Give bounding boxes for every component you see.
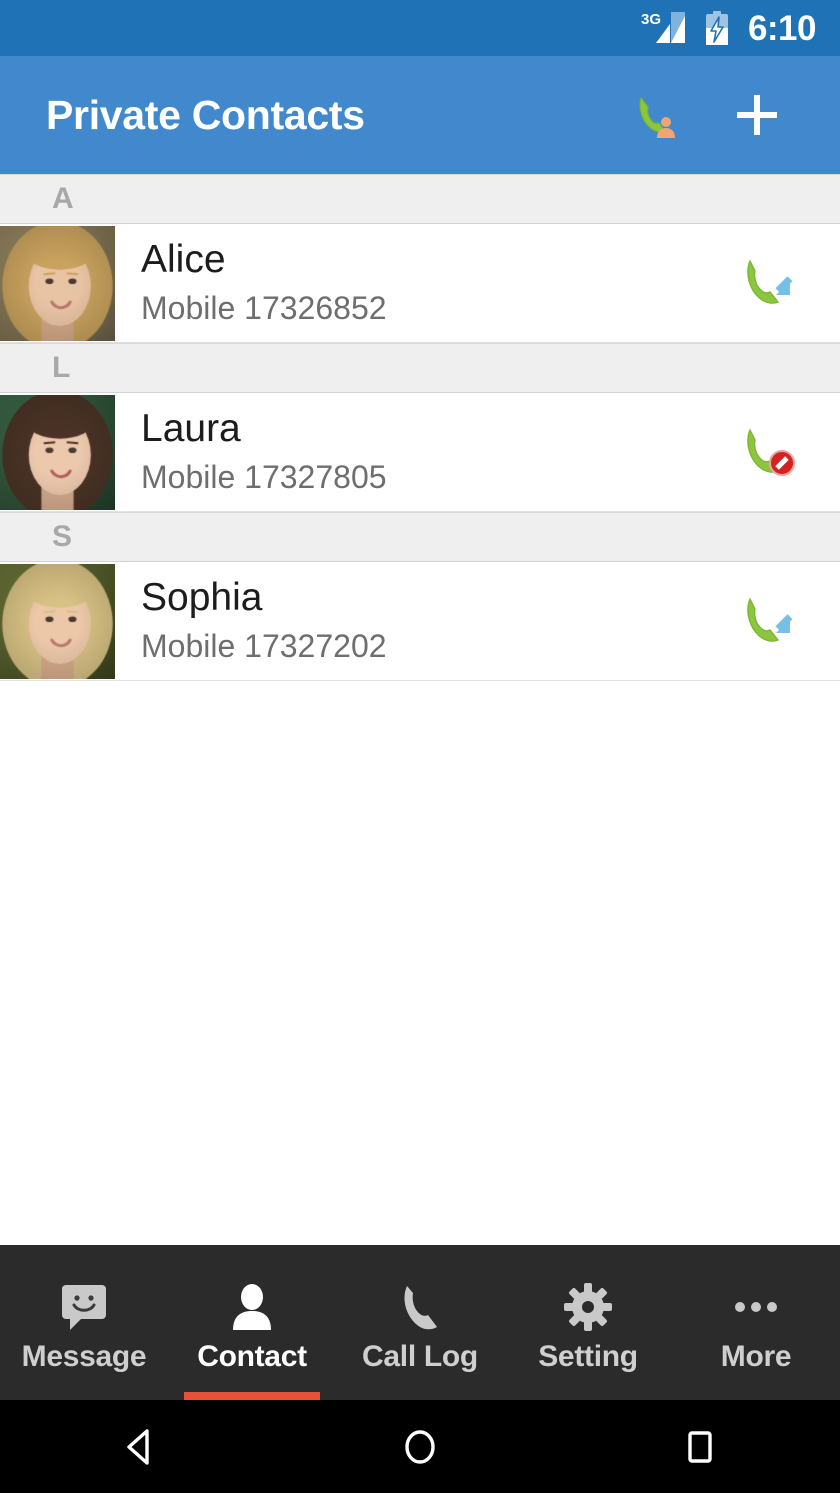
tab-call-log[interactable]: Call Log <box>336 1245 504 1400</box>
tab-label: Call Log <box>362 1339 478 1373</box>
phone-screen: 3G 6:10 Private Contacts A Alice Mobile … <box>0 0 840 1493</box>
tab-label: Contact <box>197 1339 307 1373</box>
svg-text:3G: 3G <box>641 11 661 28</box>
bottom-tab-bar: Message Contact Call Log Setting More <box>0 1245 840 1400</box>
contact-call-action[interactable] <box>720 587 840 655</box>
contact-row[interactable]: Sophia Mobile 17327202 <box>0 562 840 681</box>
contact-row[interactable]: Laura Mobile 17327805 <box>0 393 840 512</box>
avatar <box>0 394 115 510</box>
tab-setting[interactable]: Setting <box>504 1245 672 1400</box>
active-tab-indicator <box>184 1392 320 1400</box>
contact-name: Laura <box>141 407 241 451</box>
tab-label: Setting <box>538 1339 638 1373</box>
contact-name: Alice <box>141 238 226 282</box>
tab-message[interactable]: Message <box>0 1245 168 1400</box>
import-contacts-icon[interactable] <box>628 86 686 144</box>
person-icon <box>226 1280 278 1334</box>
call-incoming-icon[interactable] <box>734 249 802 317</box>
tab-contact[interactable]: Contact <box>168 1245 336 1400</box>
recents-button[interactable] <box>560 1424 840 1470</box>
contact-name: Sophia <box>141 576 263 620</box>
contact-text: Laura Mobile 17327805 <box>115 407 720 497</box>
section-header-s: S <box>0 512 840 562</box>
home-button[interactable] <box>280 1424 560 1470</box>
section-header-l: L <box>0 343 840 393</box>
avatar <box>0 563 115 679</box>
back-button[interactable] <box>0 1424 280 1470</box>
tab-more[interactable]: More <box>672 1245 840 1400</box>
ellipsis-icon <box>730 1280 782 1334</box>
contact-number: Mobile 17326852 <box>141 289 387 326</box>
page-title: Private Contacts <box>46 91 365 138</box>
contact-row[interactable]: Alice Mobile 17326852 <box>0 224 840 343</box>
message-bubble-icon <box>58 1280 110 1334</box>
app-bar-actions <box>628 86 814 144</box>
square-recents-icon <box>677 1424 723 1470</box>
triangle-back-icon <box>117 1424 163 1470</box>
system-navigation-bar <box>0 1400 840 1493</box>
contact-text: Sophia Mobile 17327202 <box>115 576 720 666</box>
phone-handset-icon <box>394 1280 446 1334</box>
tab-label: Message <box>21 1339 147 1373</box>
tab-label: More <box>720 1339 792 1373</box>
contact-call-action[interactable] <box>720 249 840 317</box>
status-bar: 3G 6:10 <box>0 0 840 56</box>
call-blocked-icon[interactable] <box>734 418 802 486</box>
contact-number: Mobile 17327202 <box>141 627 387 664</box>
call-incoming-icon[interactable] <box>734 587 802 655</box>
contacts-list: A Alice Mobile 17326852 L Laura Mobile 1… <box>0 174 840 1211</box>
status-bar-time: 6:10 <box>747 8 817 48</box>
gear-icon <box>562 1280 614 1334</box>
contact-text: Alice Mobile 17326852 <box>115 238 720 328</box>
signal-3g-icon: 3G <box>640 10 690 46</box>
app-bar: Private Contacts <box>0 56 840 174</box>
section-header-a: A <box>0 174 840 224</box>
avatar <box>0 225 115 341</box>
section-letter: S <box>52 520 73 553</box>
contact-call-action[interactable] <box>720 418 840 486</box>
section-letter: A <box>52 182 74 215</box>
empty-list-area <box>0 681 840 1211</box>
battery-charging-icon <box>704 11 730 45</box>
circle-home-icon <box>397 1424 443 1470</box>
add-contact-icon[interactable] <box>728 86 786 144</box>
contact-number: Mobile 17327805 <box>141 458 387 495</box>
section-letter: L <box>52 351 71 384</box>
